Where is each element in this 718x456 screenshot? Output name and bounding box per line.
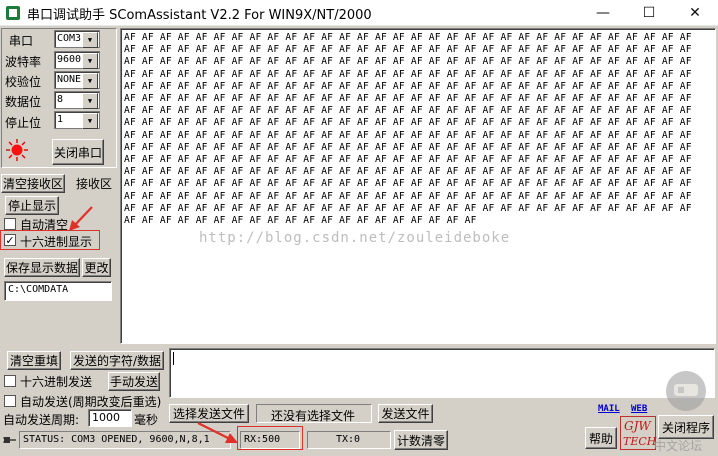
close-app-button[interactable]: 关闭程序 <box>658 415 714 439</box>
title-bar: 串口调试助手 SComAssistant V2.2 For WIN9X/NT/2… <box>0 0 718 26</box>
send-file-button[interactable]: 发送文件 <box>378 404 433 423</box>
forum-logo-icon <box>666 371 706 411</box>
send-input[interactable] <box>169 348 715 398</box>
baud-label: 波特率 <box>5 55 42 69</box>
tx-counter: TX:0 <box>307 431 391 449</box>
receive-line: AF AF AF AF AF AF AF AF AF AF AF AF AF A… <box>124 215 477 227</box>
chevron-down-icon: ▼ <box>82 73 98 89</box>
clear-receive-button[interactable]: 清空接收区 <box>1 174 65 193</box>
receive-line: AF AF AF AF AF AF AF AF AF AF AF AF AF A… <box>124 80 692 92</box>
port-label: 串口 <box>9 34 34 48</box>
send-chars-label: 发送的字符/数据 <box>70 351 164 370</box>
baud-select[interactable]: 9600 ▼ <box>54 51 100 69</box>
auto-clear-checkbox[interactable] <box>4 218 16 230</box>
parity-value: NONE <box>57 74 82 85</box>
chevron-down-icon: ▼ <box>82 113 98 129</box>
receive-line: AF AF AF AF AF AF AF AF AF AF AF AF AF A… <box>124 202 692 214</box>
receive-line: AF AF AF AF AF AF AF AF AF AF AF AF AF A… <box>124 32 692 43</box>
app-icon <box>6 6 20 20</box>
receive-line: AF AF AF AF AF AF AF AF AF AF AF AF AF A… <box>124 154 692 166</box>
receive-line: AF AF AF AF AF AF AF AF AF AF AF AF AF A… <box>124 166 692 178</box>
mail-link[interactable]: MAIL <box>598 404 620 414</box>
databits-value: 8 <box>57 94 64 105</box>
reset-count-button[interactable]: 计数清零 <box>394 430 448 450</box>
receive-line: AF AF AF AF AF AF AF AF AF AF AF AF AF A… <box>124 44 692 56</box>
web-link[interactable]: WEB <box>631 404 647 414</box>
databits-label: 数据位 <box>5 95 42 109</box>
auto-send-label: 自动发送(周期改变后重选) <box>20 395 162 409</box>
plug-icon <box>3 437 16 443</box>
receive-line: AF AF AF AF AF AF AF AF AF AF AF AF AF A… <box>124 129 692 141</box>
receive-line: AF AF AF AF AF AF AF AF AF AF AF AF AF A… <box>124 56 692 68</box>
hex-send-label: 十六进制发送 <box>20 375 93 389</box>
save-path-field[interactable]: C:\COMDATA <box>4 281 112 301</box>
period-input[interactable]: 1000 <box>88 409 132 427</box>
period-unit: 毫秒 <box>134 413 159 427</box>
receive-text-area[interactable]: AF AF AF AF AF AF AF AF AF AF AF AF AF A… <box>120 28 716 344</box>
stop-display-button[interactable]: 停止显示 <box>5 196 59 215</box>
databits-select[interactable]: 8 ▼ <box>54 91 100 109</box>
rx-counter: RX:500 <box>240 431 300 449</box>
receive-line: AF AF AF AF AF AF AF AF AF AF AF AF AF A… <box>124 117 692 129</box>
receive-line: AF AF AF AF AF AF AF AF AF AF AF AF AF A… <box>124 93 692 105</box>
period-label: 自动发送周期: <box>3 413 80 427</box>
no-file-label: 还没有选择文件 <box>271 409 356 423</box>
auto-send-checkbox[interactable] <box>4 395 16 407</box>
change-path-button[interactable]: 更改 <box>82 258 111 277</box>
watermark: http://blog.csdn.net/zouleideboke <box>199 230 511 246</box>
receive-line: AF AF AF AF AF AF AF AF AF AF AF AF AF A… <box>124 190 692 202</box>
annotation-arrow-icon <box>197 422 238 443</box>
chevron-down-icon: ▼ <box>82 93 98 109</box>
maximize-icon: ☐ <box>642 5 656 21</box>
gjw-tech-logo: GJW TECH <box>620 416 656 450</box>
forum-watermark: 中文论坛 <box>654 439 703 453</box>
text-cursor <box>173 352 174 365</box>
port-status-indicator-icon <box>6 139 28 161</box>
clear-input-button[interactable]: 清空重填 <box>7 351 61 370</box>
help-button[interactable]: 帮助 <box>585 427 617 449</box>
chevron-down-icon: ▼ <box>82 53 98 69</box>
parity-label: 校验位 <box>5 75 42 89</box>
stopbits-label: 停止位 <box>5 116 42 130</box>
hex-display-checkbox[interactable]: ✓ <box>4 234 16 246</box>
receive-area-label: 接收区 <box>76 177 113 191</box>
port-select[interactable]: COM3 ▼ <box>54 30 100 48</box>
minimize-button[interactable]: — <box>580 0 626 26</box>
baud-value: 9600 <box>57 54 82 65</box>
close-port-button[interactable]: 关闭串口 <box>52 139 104 165</box>
window-title: 串口调试助手 SComAssistant V2.2 For WIN9X/NT/2… <box>27 8 372 23</box>
chevron-down-icon: ▼ <box>82 32 98 48</box>
close-icon: ✕ <box>689 5 701 21</box>
stopbits-select[interactable]: 1 ▼ <box>54 111 100 129</box>
logo-top: GJW <box>624 419 651 433</box>
receive-line: AF AF AF AF AF AF AF AF AF AF AF AF AF A… <box>124 178 692 190</box>
hex-display-label: 十六进制显示 <box>20 235 93 249</box>
port-value: COM3 <box>57 33 82 44</box>
maximize-button[interactable]: ☐ <box>626 0 672 26</box>
parity-select[interactable]: NONE ▼ <box>54 71 100 89</box>
receive-line: AF AF AF AF AF AF AF AF AF AF AF AF AF A… <box>124 105 692 117</box>
save-display-button[interactable]: 保存显示数据 <box>4 258 80 277</box>
stopbits-value: 1 <box>57 114 64 125</box>
close-button[interactable]: ✕ <box>672 0 718 26</box>
annotation-arrow-icon <box>69 206 93 231</box>
receive-line: AF AF AF AF AF AF AF AF AF AF AF AF AF A… <box>124 68 692 80</box>
manual-send-button[interactable]: 手动发送 <box>108 372 160 391</box>
hex-send-checkbox[interactable] <box>4 375 16 387</box>
file-status-box: 还没有选择文件 <box>256 404 372 423</box>
logo-bottom: TECH <box>623 435 657 448</box>
receive-line: AF AF AF AF AF AF AF AF AF AF AF AF AF A… <box>124 141 692 153</box>
minimize-icon: — <box>596 5 610 21</box>
